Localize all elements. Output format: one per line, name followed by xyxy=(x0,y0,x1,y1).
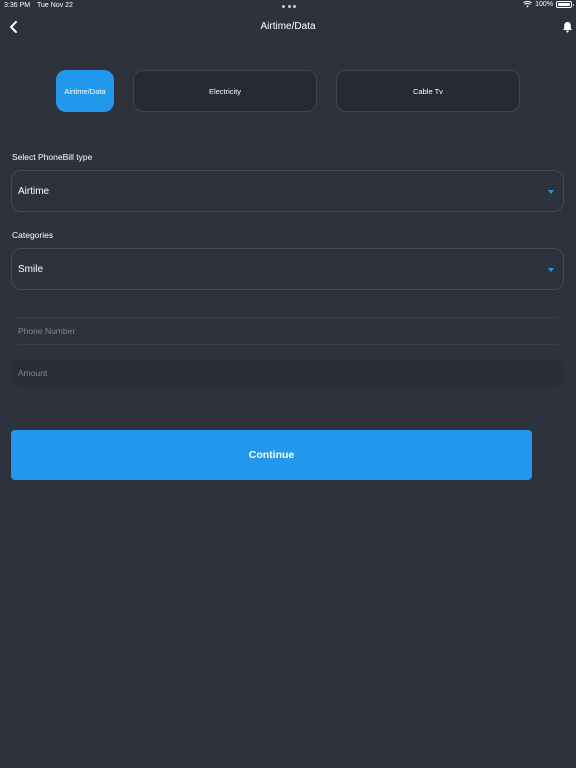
phonebill-type-select[interactable]: Airtime xyxy=(11,170,564,212)
amount-input[interactable] xyxy=(11,359,564,387)
tab-electricity[interactable]: Electricity xyxy=(133,70,317,112)
tab-cable-tv[interactable]: Cable Tv xyxy=(336,70,520,112)
categories-value: Smile xyxy=(18,264,44,275)
phone-number-input[interactable] xyxy=(11,317,564,345)
wifi-icon xyxy=(523,1,533,8)
phonebill-type-value: Airtime xyxy=(18,186,50,197)
status-indicators: 100% xyxy=(523,1,574,8)
categories-label: Categories xyxy=(12,230,54,240)
caret-down-icon xyxy=(548,190,554,194)
tab-airtime-data[interactable]: Airtime/Data xyxy=(56,70,114,112)
status-date: Tue Nov 22 xyxy=(37,2,73,9)
categories-select[interactable]: Smile xyxy=(11,248,564,290)
battery-percent: 100% xyxy=(535,1,553,8)
multitasking-dots-icon[interactable] xyxy=(282,5,296,9)
page-title: Airtime/Data xyxy=(260,21,316,32)
phone-bill-screen: 3:36 PM Tue Nov 22 100% Airtime/Data Air… xyxy=(0,0,576,768)
phonebill-type-label: Select PhoneBill type xyxy=(12,152,93,162)
battery-icon xyxy=(556,1,574,8)
bell-icon[interactable] xyxy=(562,21,573,33)
caret-down-icon xyxy=(548,268,554,272)
continue-button[interactable]: Continue xyxy=(11,430,532,480)
status-time: 3:36 PM xyxy=(4,2,31,9)
status-bar: 3:36 PM Tue Nov 22 100% xyxy=(0,0,576,12)
